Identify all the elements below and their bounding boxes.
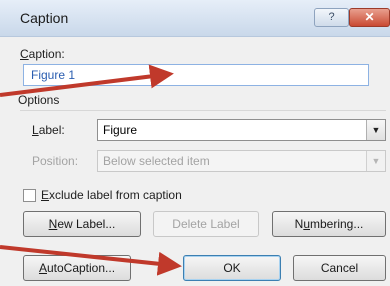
annotation-arrow-caption (0, 64, 174, 97)
annotation-arrow-ok (0, 245, 182, 276)
annotation-overlay (0, 64, 182, 276)
caption-dialog: Caption ? ✕ Caption: Figure 1 Options La… (0, 0, 390, 286)
